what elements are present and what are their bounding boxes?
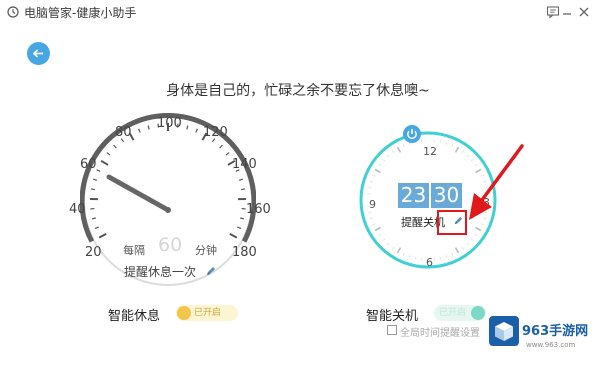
watermark-brand: 963手游网 [522, 324, 589, 339]
gauge-tick-mark [238, 178, 244, 181]
gauge-tick-mark [98, 232, 107, 239]
gauge-tick-label: 40 [69, 202, 86, 217]
back-button[interactable] [27, 42, 50, 65]
clock-tick-mark [368, 186, 372, 189]
close-icon[interactable] [577, 5, 591, 19]
rest-remind-label: 提醒休息一次 [124, 265, 197, 279]
gauge-needle[interactable] [106, 174, 171, 213]
gauge-tick-mark [219, 144, 223, 149]
chat-icon[interactable] [546, 5, 560, 19]
annotation-arrow-icon [469, 144, 524, 220]
pencil-icon[interactable] [205, 266, 216, 277]
gauge-tick-label: 100 [157, 116, 182, 131]
rest-per-label: 每隔 [123, 244, 145, 257]
gauge-tick-mark [186, 125, 189, 130]
clock-tick-mark [414, 256, 417, 260]
clock-number: 9 [369, 198, 376, 211]
gauge-tick-mark [229, 232, 238, 239]
minimize-icon[interactable] [560, 5, 574, 19]
gauge-tick-mark [147, 125, 150, 130]
gauge-tick-mark [239, 217, 245, 220]
clock-icon [7, 6, 19, 18]
power-button[interactable] [403, 125, 421, 143]
clock-number: 6 [426, 256, 433, 269]
gauge-tick-label: 60 [80, 157, 97, 172]
title-bar: 电脑管家-健康小助手 [0, 0, 596, 26]
gauge-tick-label: 180 [232, 245, 257, 260]
smart-shutdown-toggle-label: 已开启 [439, 308, 467, 318]
gauge-tick-label: 160 [246, 202, 271, 217]
smart-rest-title: 智能休息 [108, 309, 161, 324]
back-arrow-icon [32, 49, 43, 58]
shutdown-minute[interactable]: 30 [431, 183, 462, 208]
gauge-tick-mark [113, 144, 117, 149]
slogan-text: 身体是自己的，忙碌之余不要忘了休息噢~ [166, 83, 430, 99]
clock-tick-mark [439, 256, 442, 260]
smart-rest-toggle[interactable]: 已开启 [176, 305, 238, 321]
gauge-tick-mark [100, 159, 109, 166]
window-title: 电脑管家-健康小助手 [24, 6, 137, 20]
gauge-tick-label: 140 [232, 157, 257, 172]
gauge-tick-label: 20 [85, 245, 102, 260]
power-icon [407, 129, 417, 140]
toggle-knob-icon [471, 306, 485, 320]
shutdown-hour[interactable]: 23 [398, 183, 429, 208]
gauge-tick-mark [241, 188, 246, 191]
gauge-tick-mark [94, 226, 99, 230]
clock-tick-mark [368, 211, 372, 214]
rest-unit-label: 分钟 [195, 244, 217, 257]
rest-interval-value: 60 [158, 234, 183, 256]
watermark-url: www.963.com [526, 341, 576, 349]
annotation-highlight-box [437, 210, 467, 235]
gauge-tick-mark [90, 188, 95, 191]
clock-tick-mark [439, 140, 442, 144]
global-time-reminder-label: 全局时间提醒设置 [400, 328, 480, 339]
gauge-tick-mark [225, 152, 230, 156]
gauge-tick-mark [195, 128, 198, 133]
clock-number: 12 [423, 145, 437, 158]
gauge-tick-label: 80 [115, 125, 132, 140]
gauge-tick-mark [91, 217, 97, 220]
global-time-reminder-checkbox[interactable] [387, 325, 397, 335]
gauge-tick-mark [237, 226, 242, 230]
smart-rest-toggle-label: 已开启 [194, 308, 222, 318]
gauge-tick-mark [106, 152, 111, 156]
gauge-tick-label: 120 [203, 125, 228, 140]
smart-shutdown-toggle[interactable]: 已开启 [434, 305, 486, 321]
toggle-knob-icon [177, 306, 191, 320]
gauge-tick-mark [96, 169, 101, 172]
cube-logo-icon [489, 316, 519, 346]
gauge-tick-mark [138, 128, 141, 133]
smart-shutdown-title: 智能关机 [366, 309, 419, 324]
gauge-tick-mark [92, 178, 98, 181]
